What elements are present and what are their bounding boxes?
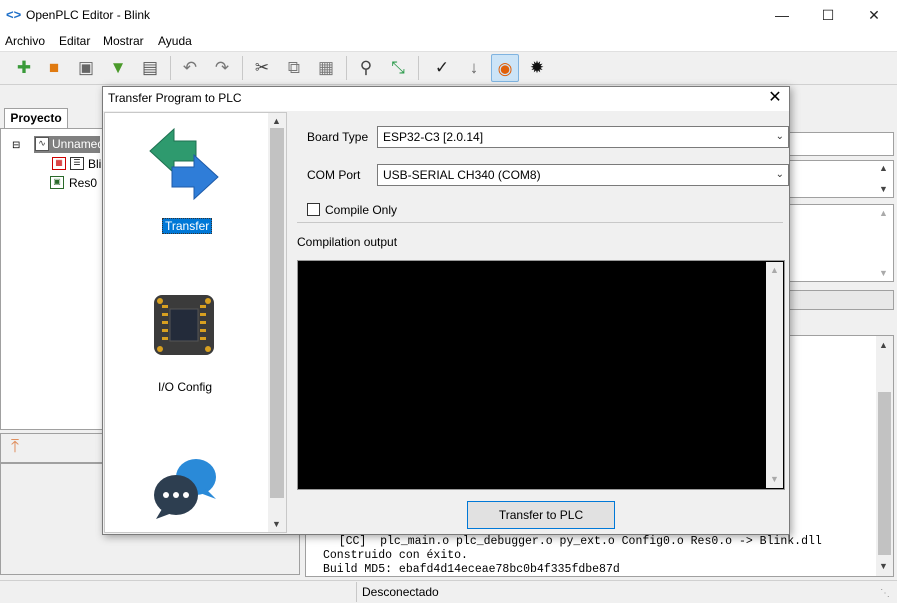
compilation-output[interactable] [297,260,785,490]
resize-grip-icon[interactable]: ⋱ [880,588,890,599]
board-type-value: ESP32-C3 [2.0.14] [383,130,484,144]
console-line: Construido con éxito. [323,549,468,562]
com-port-label: COM Port [307,168,361,182]
debug-icon[interactable]: ✹ [523,54,551,82]
scroll-up-icon[interactable]: ▲ [879,340,888,350]
side-item-transfer[interactable] [140,125,228,205]
paste-icon[interactable]: ▦ [312,54,340,82]
divider [297,222,783,223]
tree-node-blink[interactable]: Bli [88,157,102,171]
com-port-value: USB-SERIAL CH340 (COM8) [383,168,541,182]
side-list-scroll-thumb[interactable] [270,128,284,498]
tab-strip [788,290,894,310]
menu-ayuda[interactable]: Ayuda [158,34,192,48]
chevron-down-icon: ⌄ [775,131,784,142]
board-type-label: Board Type [307,130,369,144]
run-icon[interactable]: ✓ [428,54,456,82]
scroll-up-icon[interactable]: ▲ [879,163,888,173]
tree-node-res0[interactable]: Res0 [69,176,97,190]
find-icon[interactable]: ⚲ [352,54,380,82]
toolbar-separator [346,56,347,80]
scroll-down-icon[interactable]: ▼ [879,268,888,278]
program-icon: ▦ [52,157,66,170]
scroll-up-icon[interactable]: ▲ [770,265,779,275]
sort-top-icon[interactable]: ⤒ [4,436,26,460]
toolbar-separator [418,56,419,80]
tree-node-label: Unnamed [52,137,100,151]
transfer-to-plc-button[interactable]: Transfer to PLC [467,501,615,529]
board-type-select[interactable]: ESP32-C3 [2.0.14] ⌄ [377,126,789,148]
chevron-down-icon: ⌄ [775,169,784,180]
copy-icon[interactable]: ⧉ [280,54,308,82]
undo-icon[interactable]: ↶ [176,54,204,82]
side-item-io-config[interactable] [152,293,216,357]
cut-icon[interactable]: ✂ [248,54,276,82]
toolbar-separator [242,56,243,80]
status-bar [0,580,897,603]
maximize-button[interactable]: ☐ [805,0,851,31]
close-button[interactable]: ✕ [851,0,897,31]
print-icon[interactable]: ▤ [136,54,164,82]
compile-only-label[interactable]: Compile Only [325,203,397,217]
toolbar-separator [170,56,171,80]
scroll-up-icon[interactable]: ▲ [879,208,888,218]
fullscreen-icon[interactable]: ⤡ [384,54,412,82]
scroll-down-icon[interactable]: ▼ [770,474,779,484]
dialog-title: Transfer Program to PLC [108,91,242,105]
scroll-down-icon[interactable]: ▼ [879,184,888,194]
output-scrollbar[interactable] [766,262,783,488]
menu-archivo[interactable]: Archivo [5,34,45,48]
scroll-down-icon[interactable]: ▼ [879,561,888,571]
compilation-output-label: Compilation output [297,235,398,249]
compile-only-checkbox[interactable] [307,203,320,216]
resource-icon: ▣ [50,176,64,189]
dialog-close-button[interactable]: ✕ [762,87,788,109]
scroll-up-icon[interactable]: ▲ [272,116,281,126]
chip-icon [154,295,214,355]
redo-icon[interactable]: ↷ [208,54,236,82]
chat-bubbles-icon [154,459,216,519]
collapse-icon[interactable]: ⊟ [12,140,20,151]
scroll-down-icon[interactable]: ▼ [272,519,281,529]
console-line: [CC] plc_main.o plc_debugger.o py_ext.o … [318,535,822,548]
variable-panel [788,132,894,156]
new-file-icon[interactable]: ✚ [10,54,38,82]
transfer-arrows-icon [149,127,219,201]
code-brackets-icon: <> [6,7,22,22]
menu-editar[interactable]: Editar [59,34,90,48]
com-port-select[interactable]: USB-SERIAL CH340 (COM8) ⌄ [377,164,789,186]
side-item-chat[interactable] [150,455,220,519]
open-folder-icon[interactable]: ■ [40,54,68,82]
minimize-button[interactable]: — [759,0,805,31]
save-as-icon[interactable]: ▼ [104,54,132,82]
side-item-label[interactable]: I/O Config [105,380,265,394]
transfer-plc-icon[interactable]: ◉ [491,54,519,82]
status-divider [356,582,357,602]
connection-status: Desconectado [362,585,439,599]
window-title: OpenPLC Editor - Blink [26,8,151,22]
console-scroll-thumb[interactable] [878,392,891,555]
menu-mostrar[interactable]: Mostrar [103,34,144,48]
tab-proyecto[interactable]: Proyecto [4,108,68,128]
save-icon[interactable]: ▣ [72,54,100,82]
project-icon: ∿ [35,137,49,151]
console-line: Build MD5: ebafd4d14eceae78bc0b4f335fdbe… [323,563,620,576]
ladder-icon: ☰ [70,157,84,170]
download-icon[interactable]: ↓ [460,54,488,82]
side-item-label[interactable]: Transfer [162,218,213,234]
